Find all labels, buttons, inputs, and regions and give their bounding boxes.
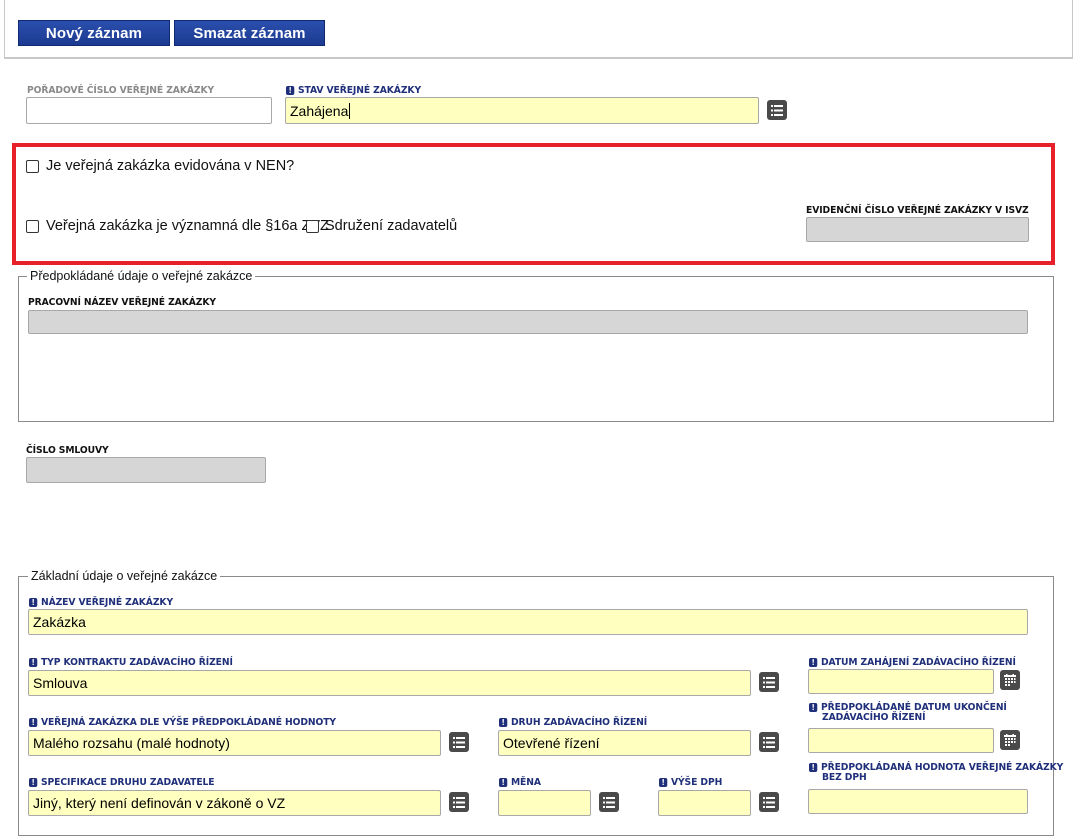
required-icon: !: [29, 718, 38, 727]
start-date-label: ! Datum zahájení zadávacího řízení: [809, 657, 1016, 668]
list-icon: [453, 736, 465, 748]
significant-checkbox[interactable]: [26, 220, 39, 233]
status-input[interactable]: Zahájena: [285, 97, 759, 124]
vat-label: ! Výše DPH: [659, 777, 722, 788]
basic-data-legend: Základní údaje o veřejné zakázce: [28, 569, 221, 583]
name-label: ! Název veřejné zakázky: [29, 597, 173, 608]
value-size-input[interactable]: Malého rozsahu (malé hodnoty): [28, 730, 441, 756]
required-icon: !: [499, 778, 508, 787]
order-number-input[interactable]: [26, 97, 272, 124]
calendar-icon: [1004, 734, 1016, 746]
nen-checkbox[interactable]: [26, 160, 39, 173]
delete-record-button[interactable]: Smazat záznam: [174, 20, 325, 46]
toolbar-divider: [4, 57, 1073, 59]
significant-checkbox-label: Veřejná zakázka je významná dle §16a ZVZ: [46, 218, 329, 234]
contract-type-picker-button[interactable]: [759, 672, 779, 692]
status-picker-button[interactable]: [767, 100, 787, 120]
association-checkbox[interactable]: [306, 220, 319, 233]
procedure-type-input[interactable]: Otevřené řízení: [498, 730, 751, 756]
procedure-type-label: ! Druh zadávacího řízení: [499, 717, 647, 728]
vat-input[interactable]: [658, 790, 751, 816]
required-icon: !: [809, 658, 818, 667]
name-input[interactable]: Zakázka: [28, 609, 1028, 635]
required-icon: !: [286, 86, 295, 95]
required-icon: !: [499, 718, 508, 727]
isvz-label: Evidenční číslo veřejné zakázky v ISVZ: [806, 205, 1029, 216]
required-icon: !: [29, 598, 38, 607]
working-name-label: Pracovní název veřejné zakázky: [28, 297, 216, 308]
list-icon: [763, 796, 775, 808]
end-date-label-line2: zadávacího řízení: [822, 712, 926, 723]
list-icon: [453, 796, 465, 808]
currency-label: ! Měna: [499, 777, 541, 788]
required-icon: !: [29, 658, 38, 667]
required-icon: !: [809, 763, 818, 772]
currency-picker-button[interactable]: [599, 792, 619, 812]
order-number-label: Pořadové číslo veřejné zakázky: [27, 85, 215, 96]
required-icon: !: [659, 778, 668, 787]
contract-type-label: ! Typ kontraktu zadávacího řízení: [29, 657, 233, 668]
est-value-input[interactable]: [808, 789, 1028, 814]
contractor-spec-input[interactable]: Jiný, který není definován v zákoně o VZ: [28, 790, 441, 816]
list-icon: [771, 104, 783, 116]
working-name-input[interactable]: [28, 310, 1028, 334]
list-icon: [603, 796, 615, 808]
calendar-icon: [1004, 674, 1016, 686]
list-icon: [763, 676, 775, 688]
end-date-input[interactable]: [808, 728, 994, 753]
end-date-calendar-button[interactable]: [1000, 730, 1020, 750]
contractor-spec-picker-button[interactable]: [449, 792, 469, 812]
nen-checkbox-label: Je veřejná zakázka evidována v NEN?: [46, 158, 295, 174]
contract-type-input[interactable]: Smlouva: [28, 670, 751, 696]
value-size-picker-button[interactable]: [449, 732, 469, 752]
status-label: ! Stav veřejné zakázky: [286, 85, 421, 96]
list-icon: [763, 736, 775, 748]
new-record-button[interactable]: Nový záznam: [18, 20, 170, 46]
currency-input[interactable]: [498, 790, 591, 816]
est-value-label-line2: bez DPH: [822, 772, 867, 783]
vat-picker-button[interactable]: [759, 792, 779, 812]
required-icon: !: [809, 703, 818, 712]
contract-number-label: Číslo smlouvy: [26, 445, 109, 456]
required-icon: !: [29, 778, 38, 787]
expected-data-legend: Předpokládané údaje o veřejné zakázce: [27, 269, 256, 283]
procedure-type-picker-button[interactable]: [759, 732, 779, 752]
contractor-spec-label: ! Specifikace druhu zadavatele: [29, 777, 215, 788]
contract-number-input[interactable]: [26, 457, 266, 483]
value-size-label: ! Veřejná zakázka dle výše předpokládané …: [29, 717, 336, 728]
association-checkbox-label: Sdružení zadavatelů: [325, 218, 458, 234]
start-date-input[interactable]: [808, 669, 994, 694]
isvz-input[interactable]: [806, 217, 1029, 242]
start-date-calendar-button[interactable]: [1000, 670, 1020, 690]
